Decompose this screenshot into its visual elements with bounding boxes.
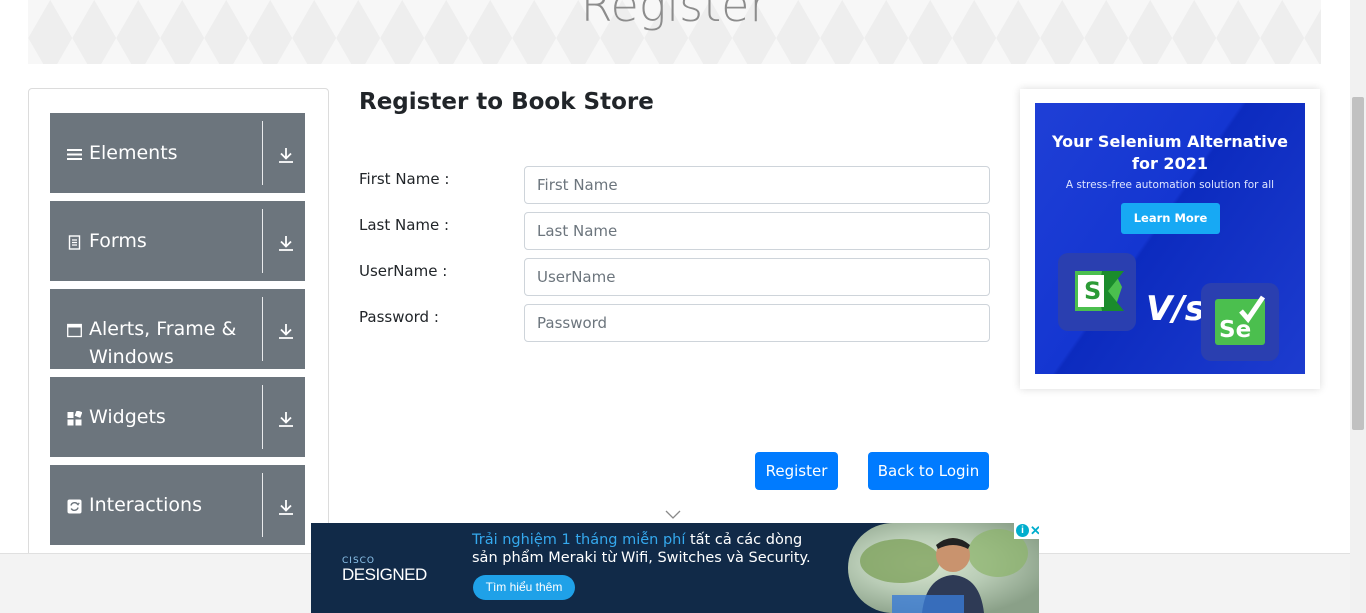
- ad-line-1-highlight: Trải nghiệm 1 tháng miễn phí: [472, 532, 686, 548]
- ad-close-icon[interactable]: ✕: [1030, 523, 1039, 539]
- sidebar-group-label: Alerts, Frame & Windows: [89, 318, 237, 368]
- ad-learn-more-vi-button[interactable]: Tìm hiểu thêm: [473, 575, 575, 600]
- first-name-label: First Name :: [359, 170, 450, 188]
- download-icon: [279, 236, 293, 251]
- chevron-down-icon[interactable]: [665, 510, 681, 520]
- divider: [262, 121, 263, 185]
- last-name-input[interactable]: [524, 212, 990, 250]
- page-title: Register: [580, 0, 769, 32]
- ad-versus: V/s: [1146, 289, 1205, 329]
- document-icon: [68, 235, 81, 250]
- cisco-logo-designed: DESIGNED: [342, 565, 427, 584]
- selenium-alternative-ad[interactable]: Your Selenium Alternative for 2021 A str…: [1035, 103, 1305, 374]
- ad-headline-line2: for 2021: [1132, 154, 1208, 173]
- sidebar-group-widgets[interactable]: Widgets: [50, 377, 305, 457]
- download-icon: [279, 324, 293, 339]
- sidebar-group-interactions[interactable]: Interactions: [50, 465, 305, 545]
- sidebar-group-label: Interactions: [89, 494, 202, 516]
- widgets-icon: [67, 411, 82, 426]
- last-name-label: Last Name :: [359, 216, 450, 234]
- hamburger-icon: [67, 149, 82, 160]
- username-label: UserName :: [359, 262, 448, 280]
- divider: [262, 385, 263, 449]
- username-input[interactable]: [524, 258, 990, 296]
- sidebar-group-label: Widgets: [89, 406, 166, 428]
- password-label: Password :: [359, 308, 439, 326]
- download-icon: [279, 500, 293, 515]
- ad-info-icon[interactable]: i: [1016, 524, 1029, 537]
- side-ad-container: Your Selenium Alternative for 2021 A str…: [1020, 89, 1320, 389]
- scrollbar-thumb[interactable]: [1352, 97, 1364, 430]
- password-input[interactable]: [524, 304, 990, 342]
- left-sidebar: Elements Forms Alerts, Frame & Windows W…: [28, 88, 329, 568]
- katalon-logo-tile: S: [1058, 253, 1136, 331]
- ad-headline-line1: Your Selenium Alternative: [1051, 132, 1289, 151]
- sidebar-group-elements[interactable]: Elements: [50, 113, 305, 193]
- window-icon: [67, 323, 82, 338]
- page-header-banner: Register: [28, 0, 1321, 64]
- ad-close-controls[interactable]: i ✕: [1014, 523, 1039, 539]
- divider: [262, 209, 263, 273]
- form-title: Register to Book Store: [359, 89, 654, 115]
- divider: [262, 297, 263, 361]
- sidebar-group-label: Elements: [89, 142, 178, 164]
- selenium-logo-letters: Se: [1219, 317, 1252, 343]
- sidebar-group-alerts-frame-windows[interactable]: Alerts, Frame & Windows: [50, 289, 305, 369]
- back-to-login-button[interactable]: Back to Login: [868, 452, 989, 490]
- katalon-logo-letter: S: [1084, 277, 1102, 305]
- ad-line-2: sản phẩm Meraki từ Wifi, Switches và Sec…: [472, 550, 811, 566]
- sidebar-group-forms[interactable]: Forms: [50, 201, 305, 281]
- download-icon: [279, 412, 293, 427]
- ad-photo: [848, 523, 1039, 613]
- download-icon: [279, 148, 293, 163]
- first-name-input[interactable]: [524, 166, 990, 204]
- ad-headline: Your Selenium Alternative for 2021: [1035, 131, 1305, 175]
- ad-line-1: Trải nghiệm 1 tháng miễn phí tất cả các …: [472, 532, 802, 548]
- refresh-icon: [67, 499, 82, 514]
- register-button[interactable]: Register: [755, 452, 838, 490]
- sidebar-group-label: Forms: [89, 230, 147, 252]
- divider: [262, 473, 263, 537]
- ad-subtitle: A stress-free automation solution for al…: [1065, 179, 1275, 191]
- person-photo-icon: [860, 529, 1028, 613]
- ad-line-1-rest: tất cả các dòng: [685, 532, 803, 548]
- selenium-logo-tile: Se: [1201, 283, 1279, 361]
- cisco-banner-ad[interactable]: CISCO DESIGNED Trải nghiệm 1 tháng miễn …: [311, 523, 1039, 613]
- ad-learn-more-button[interactable]: Learn More: [1121, 203, 1220, 234]
